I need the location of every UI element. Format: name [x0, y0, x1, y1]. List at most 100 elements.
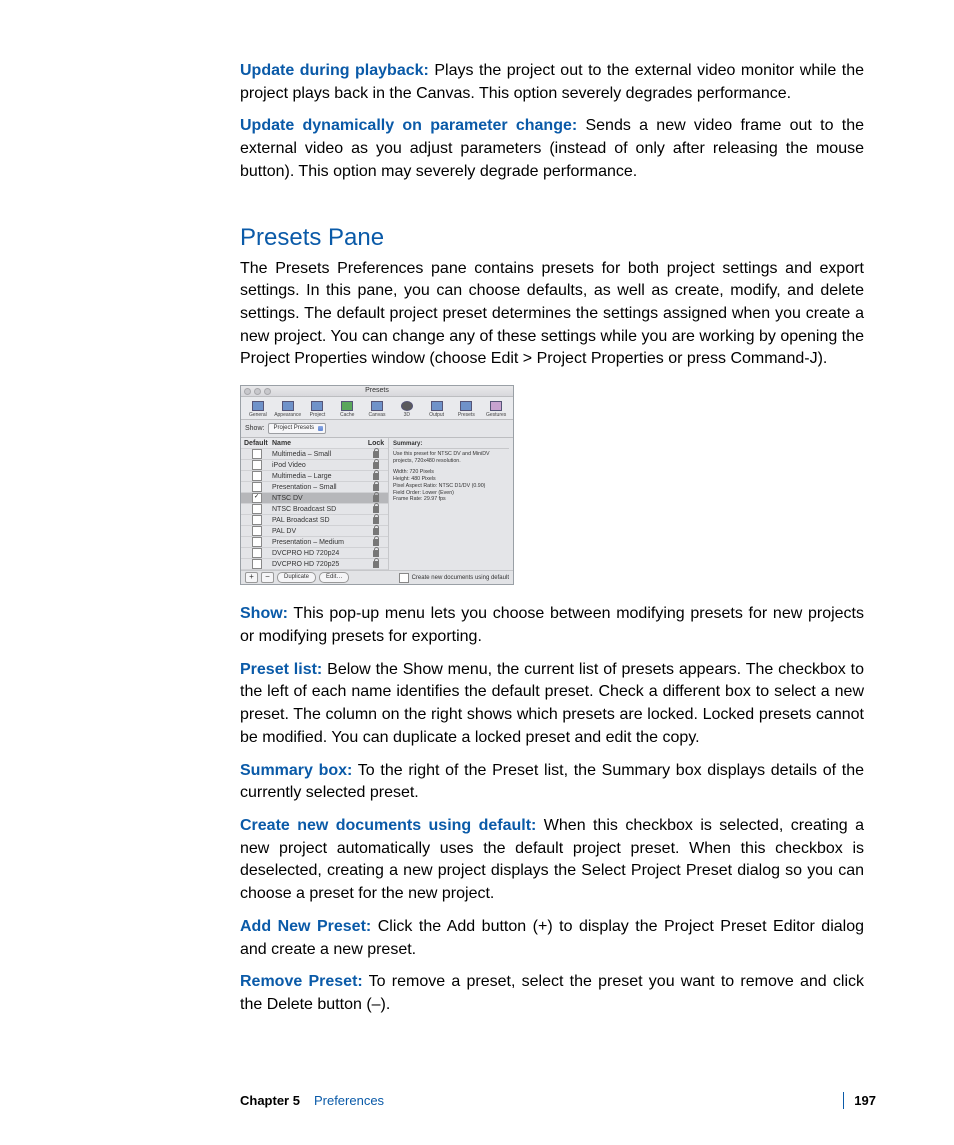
- checkbox-icon: [252, 548, 262, 558]
- term-create-default: Create new documents using default:: [240, 817, 536, 834]
- paragraph-preset-list: Preset list: Below the Show menu, the cu…: [240, 659, 864, 750]
- remove-preset-button[interactable]: −: [261, 572, 274, 583]
- lock-icon: [373, 484, 379, 491]
- preset-name: DVCPRO HD 720p24: [270, 550, 367, 557]
- lock-icon: [373, 539, 379, 546]
- term-add-preset: Add New Preset:: [240, 918, 371, 935]
- preset-row[interactable]: DVCPRO HD 720p25: [241, 559, 388, 570]
- summary-body: Use this preset for NTSC DV and MiniDV p…: [393, 451, 509, 503]
- footer-chapter: Chapter 5: [240, 1093, 300, 1108]
- appearance-icon: [282, 401, 294, 411]
- edit-button[interactable]: Edit…: [319, 572, 349, 583]
- output-icon: [431, 401, 443, 411]
- presets-icon: [460, 401, 472, 411]
- paragraph-remove-preset: Remove Preset: To remove a preset, selec…: [240, 971, 864, 1016]
- tab-cache[interactable]: Cache: [332, 399, 362, 419]
- preset-name: NTSC Broadcast SD: [270, 506, 367, 513]
- default-cell[interactable]: [244, 559, 270, 569]
- paragraph-intro: The Presets Preferences pane contains pr…: [240, 258, 864, 372]
- lock-cell: [367, 495, 385, 502]
- figure-show-bar: Show: Project Presets: [241, 420, 513, 438]
- preset-name: PAL Broadcast SD: [270, 517, 367, 524]
- checkbox-icon: [252, 493, 262, 503]
- default-cell[interactable]: [244, 526, 270, 536]
- footer-chapter-name: Preferences: [314, 1093, 384, 1108]
- tab-gestures[interactable]: Gestures: [481, 399, 511, 419]
- lock-icon: [373, 462, 379, 469]
- preset-row[interactable]: NTSC Broadcast SD: [241, 504, 388, 515]
- default-cell[interactable]: [244, 449, 270, 459]
- checkbox-icon: [252, 449, 262, 459]
- term-update-playback: Update during playback:: [240, 62, 429, 79]
- add-preset-button[interactable]: +: [245, 572, 258, 583]
- tab-appearance[interactable]: Appearance: [273, 399, 303, 419]
- figure-footer: + − Duplicate Edit… Create new documents…: [241, 570, 513, 584]
- footer-page-number: 197: [854, 1093, 876, 1108]
- preset-row[interactable]: DVCPRO HD 720p24: [241, 548, 388, 559]
- tab-presets[interactable]: Presets: [451, 399, 481, 419]
- default-cell[interactable]: [244, 471, 270, 481]
- preset-name: iPod Video: [270, 462, 367, 469]
- lock-icon: [373, 517, 379, 524]
- preset-name: Multimedia – Small: [270, 451, 367, 458]
- create-default-checkbox[interactable]: Create new documents using default: [399, 573, 509, 583]
- col-default: Default: [244, 440, 270, 447]
- lock-cell: [367, 473, 385, 480]
- lock-cell: [367, 506, 385, 513]
- heading-presets-pane: Presets Pane: [240, 224, 864, 252]
- body-preset-list: Below the Show menu, the current list of…: [240, 661, 864, 746]
- show-label: Show:: [245, 425, 264, 432]
- lock-cell: [367, 561, 385, 568]
- preset-row[interactable]: Presentation – Medium: [241, 537, 388, 548]
- tab-canvas[interactable]: Canvas: [362, 399, 392, 419]
- preset-name: PAL DV: [270, 528, 367, 535]
- checkbox-icon: [252, 460, 262, 470]
- default-cell[interactable]: [244, 493, 270, 503]
- duplicate-button[interactable]: Duplicate: [277, 572, 316, 583]
- preset-row[interactable]: PAL DV: [241, 526, 388, 537]
- preset-name: NTSC DV: [270, 495, 367, 502]
- col-name: Name: [270, 440, 367, 447]
- 3d-icon: [401, 401, 413, 411]
- lock-cell: [367, 462, 385, 469]
- figure-titlebar: Presets: [241, 386, 513, 397]
- default-cell[interactable]: [244, 537, 270, 547]
- tab-output[interactable]: Output: [422, 399, 452, 419]
- preset-list-header: Default Name Lock: [241, 438, 388, 449]
- cache-icon: [341, 401, 353, 411]
- default-cell[interactable]: [244, 482, 270, 492]
- default-cell[interactable]: [244, 548, 270, 558]
- document-page: Update during playback: Plays the projec…: [0, 0, 954, 1145]
- preset-row[interactable]: PAL Broadcast SD: [241, 515, 388, 526]
- lock-cell: [367, 517, 385, 524]
- preset-name: Presentation – Medium: [270, 539, 367, 546]
- default-cell[interactable]: [244, 504, 270, 514]
- preset-row[interactable]: iPod Video: [241, 460, 388, 471]
- checkbox-icon: [252, 526, 262, 536]
- show-popup[interactable]: Project Presets: [268, 423, 326, 434]
- tab-project[interactable]: Project: [303, 399, 333, 419]
- default-cell[interactable]: [244, 460, 270, 470]
- preset-row[interactable]: Multimedia – Large: [241, 471, 388, 482]
- checkbox-icon: [252, 515, 262, 525]
- checkbox-icon: [252, 471, 262, 481]
- lock-cell: [367, 539, 385, 546]
- checkbox-icon: [252, 537, 262, 547]
- figure-body: Default Name Lock Multimedia – Small iPod…: [241, 438, 513, 570]
- figure-title: Presets: [365, 387, 389, 394]
- lock-cell: [367, 528, 385, 535]
- lock-icon: [373, 473, 379, 480]
- gestures-icon: [490, 401, 502, 411]
- paragraph-summary-box: Summary box: To the right of the Preset …: [240, 760, 864, 805]
- summary-heading: Summary:: [393, 441, 509, 449]
- tab-3d[interactable]: 3D: [392, 399, 422, 419]
- preset-name: DVCPRO HD 720p25: [270, 561, 367, 568]
- tab-general[interactable]: General: [243, 399, 273, 419]
- term-show: Show:: [240, 605, 288, 622]
- default-cell[interactable]: [244, 515, 270, 525]
- preset-name: Presentation – Small: [270, 484, 367, 491]
- paragraph-update-dynamic: Update dynamically on parameter change: …: [240, 115, 864, 183]
- preset-row[interactable]: Presentation – Small: [241, 482, 388, 493]
- preset-row[interactable]: NTSC DV: [241, 493, 388, 504]
- preset-row[interactable]: Multimedia – Small: [241, 449, 388, 460]
